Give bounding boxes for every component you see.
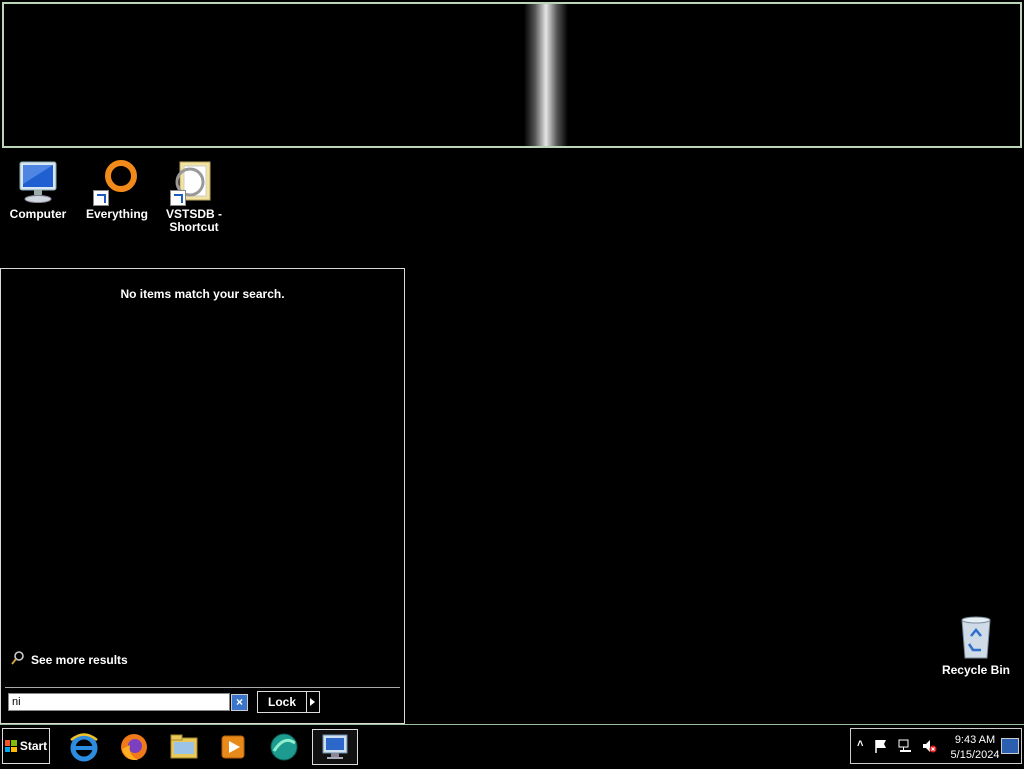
start-menu-panel: No items match your search. See more res…	[0, 268, 405, 724]
divider	[5, 687, 400, 688]
light-beam-graphic	[524, 4, 568, 146]
desktop-icon-label: Recycle Bin	[941, 663, 1011, 677]
internet-explorer-icon[interactable]	[66, 729, 102, 765]
file-explorer-icon[interactable]	[166, 729, 202, 765]
start-button[interactable]: Start	[2, 728, 50, 764]
shortcut-arrow-icon	[170, 190, 186, 206]
everything-icon	[93, 158, 141, 206]
desktop-icon-label: Everything	[85, 207, 148, 221]
see-more-results-link[interactable]: See more results	[11, 651, 128, 668]
folder-shortcut-icon	[170, 158, 218, 206]
volume-muted-icon[interactable]	[921, 738, 937, 757]
media-player-icon[interactable]	[215, 729, 251, 765]
magnifier-icon	[11, 651, 25, 668]
desktop-icon-label: VSTSDB - Shortcut	[165, 207, 222, 234]
remote-desktop-icon[interactable]	[312, 729, 358, 765]
desktop-icon-everything[interactable]: Everything	[77, 158, 157, 221]
network-icon[interactable]	[897, 738, 913, 757]
clock-time: 9:43 AM	[954, 734, 996, 746]
lock-button[interactable]: Lock	[257, 691, 307, 713]
desktop-icon-recycle-bin[interactable]: Recycle Bin	[936, 614, 1016, 677]
power-options-arrow-button[interactable]	[307, 691, 320, 713]
shortcut-arrow-icon	[93, 190, 109, 206]
desktop-icon-computer[interactable]: Computer	[0, 158, 78, 221]
clock[interactable]: 9:43 AM 5/15/2024	[945, 733, 1005, 763]
clear-search-button[interactable]: ×	[231, 694, 248, 711]
start-label: Start	[19, 739, 48, 753]
no-results-message: No items match your search.	[120, 287, 285, 301]
see-more-results-label: See more results	[31, 652, 128, 667]
start-search-input[interactable]: ni	[8, 693, 230, 711]
browser-app-icon[interactable]	[266, 729, 302, 765]
system-tray: ˄ 9:43 AM 5/15/2024	[850, 728, 1022, 764]
firefox-icon[interactable]	[116, 729, 152, 765]
computer-icon	[14, 158, 62, 206]
flag-icon[interactable]	[873, 738, 889, 757]
taskbar: Start ˄ 9:43 AM 5/15/2024	[0, 724, 1024, 769]
show-desktop-button[interactable]	[1001, 738, 1019, 754]
recycle-bin-icon	[952, 614, 1000, 662]
windows-logo-icon	[4, 740, 17, 752]
desktop-icon-vstsdb-shortcut[interactable]: VSTSDB - Shortcut	[154, 158, 234, 234]
top-banner-window	[2, 2, 1022, 148]
desktop-icon-label: Computer	[9, 207, 67, 221]
clock-date: 5/15/2024	[950, 749, 1000, 761]
show-hidden-icons-button[interactable]: ˄	[857, 738, 863, 750]
